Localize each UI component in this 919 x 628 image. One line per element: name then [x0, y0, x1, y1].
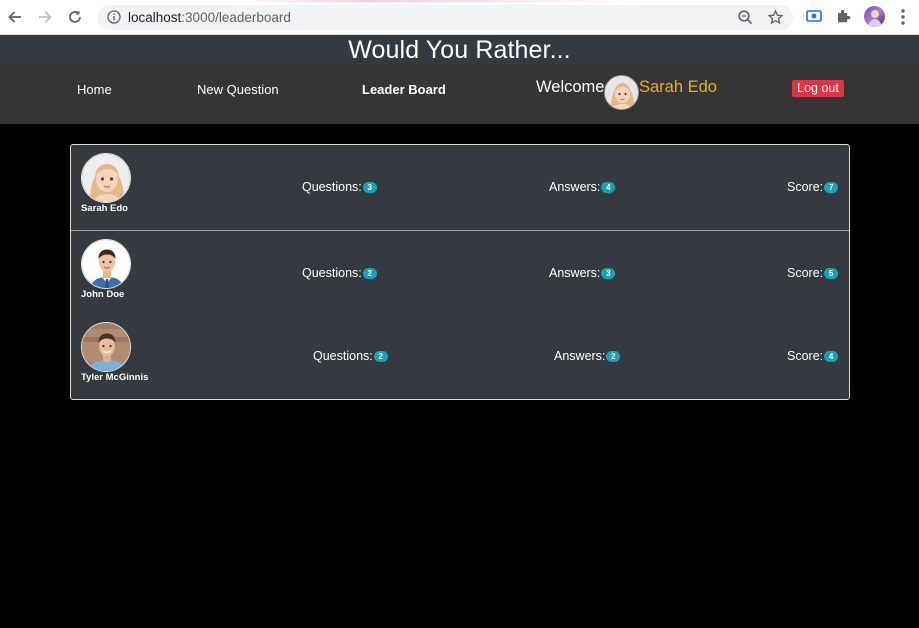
- logout-button[interactable]: Log out: [792, 80, 844, 97]
- user-avatar: [81, 153, 131, 203]
- app-header: Would You Rather...: [0, 35, 919, 65]
- score-stat: Score: 5: [787, 266, 839, 280]
- browser-toolbar: localhost:3000/leaderboard: [0, 0, 919, 35]
- answers-badge: 2: [606, 350, 621, 362]
- answers-stat: Answers: 2: [554, 349, 621, 363]
- welcome-text: Welcome: [536, 78, 605, 96]
- questions-stat: Questions: 2: [313, 349, 388, 363]
- score-badge: 7: [824, 181, 839, 193]
- score-label: Score:: [787, 266, 824, 280]
- questions-stat: Questions: 2: [302, 266, 377, 280]
- app-title: Would You Rather...: [348, 36, 571, 64]
- leaderboard-row: Tyler McGinnis Questions: 2 Answers: 2 Sco…: [71, 314, 849, 398]
- url-text[interactable]: localhost:3000/leaderboard: [128, 10, 291, 25]
- info-icon[interactable]: [107, 10, 121, 24]
- questions-badge: 3: [362, 181, 377, 193]
- score-stat: Score: 7: [787, 180, 839, 194]
- user-name: Sarah Edo: [81, 203, 128, 214]
- questions-label: Questions:: [302, 180, 362, 194]
- questions-badge: 2: [373, 350, 388, 362]
- questions-label: Questions:: [313, 349, 373, 363]
- reload-icon[interactable]: [65, 7, 85, 27]
- star-icon[interactable]: [767, 9, 784, 26]
- user-avatar: [81, 239, 131, 289]
- nav-home[interactable]: Home: [77, 82, 112, 97]
- questions-badge: 2: [362, 267, 377, 279]
- navbar: Home New Question Leader Board Welcome S…: [0, 65, 919, 124]
- profile-avatar[interactable]: [864, 6, 885, 27]
- user-avatar: [81, 322, 131, 372]
- answers-label: Answers:: [549, 180, 601, 194]
- answers-label: Answers:: [554, 349, 606, 363]
- user-name: John Doe: [81, 289, 125, 300]
- answers-stat: Answers: 3: [549, 266, 616, 280]
- score-label: Score:: [787, 180, 824, 194]
- score-stat: Score: 4: [787, 349, 839, 363]
- forward-icon[interactable]: [35, 7, 55, 27]
- questions-label: Questions:: [302, 266, 362, 280]
- answers-label: Answers:: [549, 266, 601, 280]
- screencast-icon[interactable]: [805, 7, 825, 27]
- leaderboard-row: John Doe Questions: 2 Answers: 3 Score: 5: [71, 230, 849, 314]
- questions-stat: Questions: 3: [302, 180, 377, 194]
- leaderboard-card: Sarah Edo Questions: 3 Answers: 4 Score: 7: [70, 144, 850, 400]
- score-badge: 4: [824, 350, 839, 362]
- answers-stat: Answers: 4: [549, 180, 616, 194]
- score-badge: 5: [824, 267, 839, 279]
- puzzle-icon[interactable]: [835, 7, 855, 27]
- back-icon[interactable]: [5, 7, 25, 27]
- nav-leaderboard[interactable]: Leader Board: [362, 82, 446, 97]
- answers-badge: 4: [601, 181, 616, 193]
- user-name: Tyler McGinnis: [81, 372, 149, 383]
- tab-strip-accent: [0, 0, 919, 2]
- answers-badge: 3: [601, 267, 616, 279]
- more-menu-icon[interactable]: [899, 8, 907, 26]
- current-user-name: Sarah Edo: [639, 78, 717, 96]
- leaderboard-row: Sarah Edo Questions: 3 Answers: 4 Score: 7: [71, 145, 849, 229]
- address-bar[interactable]: localhost:3000/leaderboard: [97, 5, 793, 30]
- nav-new-question[interactable]: New Question: [197, 82, 279, 97]
- zoom-icon[interactable]: [737, 9, 754, 26]
- current-user-avatar: [604, 75, 639, 110]
- score-label: Score:: [787, 349, 824, 363]
